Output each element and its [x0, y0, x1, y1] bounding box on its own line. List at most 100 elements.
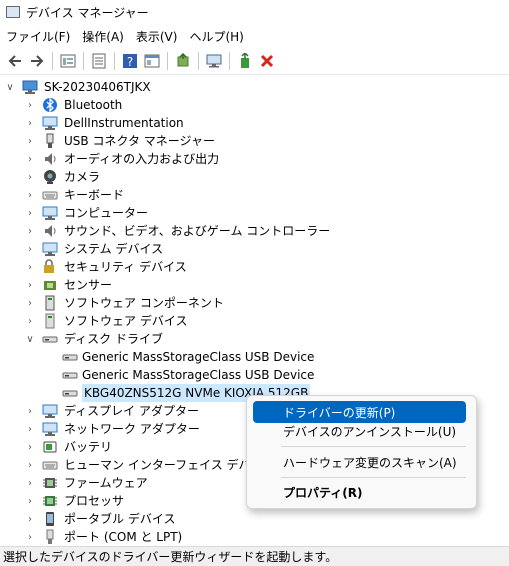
expand-icon[interactable]: ›: [24, 150, 36, 168]
uninstall-icon[interactable]: [256, 51, 278, 71]
menu-view[interactable]: 表示(V): [130, 28, 184, 45]
menu-action[interactable]: 操作(A): [76, 28, 130, 45]
tree-category[interactable]: › カメラ: [0, 168, 509, 186]
help-icon[interactable]: ?: [119, 51, 141, 71]
sensor-icon: [42, 277, 58, 293]
tree-child-item[interactable]: Generic MassStorageClass USB Device: [0, 366, 509, 384]
tree-category[interactable]: › ソフトウェア デバイス: [0, 312, 509, 330]
expand-icon[interactable]: ›: [24, 240, 36, 258]
tree-item-label: コンピューター: [64, 206, 149, 220]
toolbar-separator: [114, 52, 115, 70]
computer-icon: [42, 205, 58, 221]
expand-icon[interactable]: ›: [24, 96, 36, 114]
device-manager-icon: [6, 6, 20, 18]
expand-icon[interactable]: ›: [24, 294, 36, 312]
tree-category[interactable]: › DellInstrumentation: [0, 114, 509, 132]
menu-separator: [281, 477, 466, 478]
scan-hardware-icon[interactable]: [203, 51, 225, 71]
expand-icon[interactable]: ›: [24, 456, 36, 474]
processor-icon: [42, 493, 58, 509]
properties-menu-item[interactable]: プロパティ(R): [253, 481, 466, 503]
computer-icon: [22, 79, 38, 95]
collapse-icon[interactable]: ∨: [4, 78, 16, 96]
expand-icon[interactable]: ›: [24, 204, 36, 222]
tree-item-label: システム デバイス: [64, 242, 164, 256]
speaker-icon: [42, 151, 58, 167]
uninstall-device-menu-item[interactable]: デバイスのアンインストール(U): [253, 420, 466, 442]
toolbar: ?: [0, 48, 509, 75]
battery-icon: [42, 439, 58, 455]
drive-icon: [62, 349, 78, 365]
tree-item-label: サウンド、ビデオ、およびゲーム コントローラー: [64, 224, 331, 238]
port-icon: [42, 529, 58, 545]
forward-icon[interactable]: [26, 51, 48, 71]
toolbar-separator: [52, 52, 53, 70]
expand-icon[interactable]: ›: [24, 222, 36, 240]
tree-item-label: Generic MassStorageClass USB Device: [82, 350, 315, 364]
tree-item-label: Bluetooth: [64, 98, 123, 112]
toolbar-separator: [83, 52, 84, 70]
collapse-icon[interactable]: ∨: [24, 330, 36, 348]
update-driver-label: ドライバーの更新(P): [283, 405, 396, 420]
drive-icon: [62, 385, 78, 401]
properties-grid-icon[interactable]: [57, 51, 79, 71]
tree-category[interactable]: › ポート (COM と LPT): [0, 528, 509, 546]
tree-item-label: プロセッサ: [64, 494, 125, 508]
tree-category[interactable]: › Bluetooth: [0, 96, 509, 114]
expand-icon[interactable]: ›: [24, 276, 36, 294]
expand-icon[interactable]: ›: [24, 186, 36, 204]
monitor-icon: [42, 115, 58, 131]
expand-icon[interactable]: ›: [24, 258, 36, 276]
scan-hardware-menu-item[interactable]: ハードウェア変更のスキャン(A): [253, 451, 466, 473]
tree-item-label: ファームウェア: [64, 476, 148, 490]
expand-icon[interactable]: ›: [24, 492, 36, 510]
tree-category[interactable]: › コンピューター: [0, 204, 509, 222]
tree-category[interactable]: › キーボード: [0, 186, 509, 204]
tree-category[interactable]: › センサー: [0, 276, 509, 294]
tree-item-label: Generic MassStorageClass USB Device: [82, 368, 315, 382]
tree-category[interactable]: ∨ ディスク ドライブ: [0, 330, 509, 348]
menu-file[interactable]: ファイル(F): [0, 28, 76, 45]
tree-category[interactable]: › ソフトウェア コンポーネント: [0, 294, 509, 312]
menu-bar: ファイル(F) 操作(A) 表示(V) ヘルプ(H): [0, 26, 509, 46]
expand-icon[interactable]: ›: [24, 114, 36, 132]
tree-category[interactable]: › ポータブル デバイス: [0, 510, 509, 528]
context-menu: ドライバーの更新(P) デバイスのアンインストール(U) ハードウェア変更のスキ…: [246, 395, 477, 509]
security-icon: [42, 259, 58, 275]
show-hide-icon[interactable]: [88, 51, 110, 71]
tree-category[interactable]: › オーディオの入力および出力: [0, 150, 509, 168]
expand-icon[interactable]: ›: [24, 474, 36, 492]
expand-icon[interactable]: ›: [24, 312, 36, 330]
tree-child-item[interactable]: Generic MassStorageClass USB Device: [0, 348, 509, 366]
view-icon[interactable]: [141, 51, 163, 71]
tree-category[interactable]: › システム デバイス: [0, 240, 509, 258]
tree-category[interactable]: › USB コネクタ マネージャー: [0, 132, 509, 150]
expand-icon[interactable]: ›: [24, 168, 36, 186]
toolbar-separator: [167, 52, 168, 70]
window-title: デバイス マネージャー: [26, 5, 149, 20]
disk-drive-icon: [42, 331, 58, 347]
enable-device-icon[interactable]: [234, 51, 256, 71]
tree-category[interactable]: › サウンド、ビデオ、およびゲーム コントローラー: [0, 222, 509, 240]
menu-help[interactable]: ヘルプ(H): [183, 28, 249, 45]
keyboard-icon: [42, 187, 58, 203]
expand-icon[interactable]: ›: [24, 438, 36, 456]
firmware-icon: [42, 475, 58, 491]
expand-icon[interactable]: ›: [24, 132, 36, 150]
expand-icon[interactable]: ›: [24, 510, 36, 528]
tree-item-label: USB コネクタ マネージャー: [64, 134, 215, 148]
system-icon: [42, 241, 58, 257]
tree-category[interactable]: › セキュリティ デバイス: [0, 258, 509, 276]
expand-icon[interactable]: ›: [24, 420, 36, 438]
update-driver-icon[interactable]: [172, 51, 194, 71]
software-device-icon: [42, 313, 58, 329]
tree-item-label: オーディオの入力および出力: [64, 152, 220, 166]
expand-icon[interactable]: ›: [24, 528, 36, 546]
tree-item-label: カメラ: [64, 170, 101, 184]
back-icon[interactable]: [4, 51, 26, 71]
display-adapter-icon: [42, 403, 58, 419]
tree-item-label: ポータブル デバイス: [64, 512, 176, 526]
tree-root[interactable]: ∨ SK-20230406TJKX: [0, 78, 509, 96]
expand-icon[interactable]: ›: [24, 402, 36, 420]
portable-device-icon: [42, 511, 58, 527]
